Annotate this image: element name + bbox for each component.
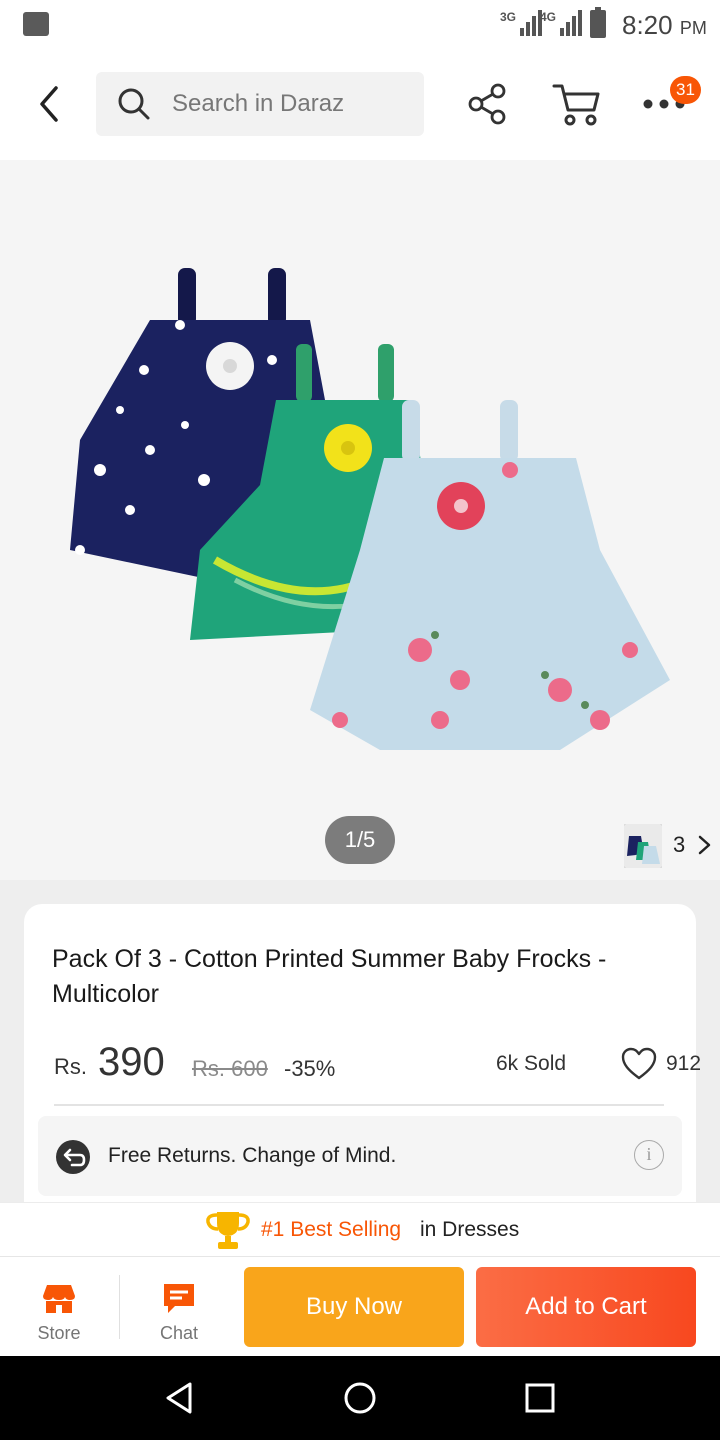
system-navigation-bar — [0, 1356, 720, 1440]
chat-label: Chat — [159, 1323, 199, 1343]
variant-thumbnail[interactable] — [624, 824, 662, 868]
variant-count[interactable]: 3 — [673, 832, 685, 858]
free-returns-text: Free Returns. Change of Mind. — [108, 1144, 397, 1167]
info-icon[interactable]: i — [634, 1140, 664, 1170]
store-button[interactable]: Store — [20, 1277, 98, 1347]
nav-recents-icon[interactable] — [520, 1378, 560, 1418]
nav-back-icon[interactable] — [160, 1378, 200, 1418]
product-image — [70, 268, 670, 750]
notification-badge: 31 — [670, 76, 701, 104]
clock: 8:20 PM — [622, 10, 707, 41]
network-3g-label: 3G — [500, 10, 517, 24]
network-4g-label: 4G — [540, 10, 557, 24]
original-price: Rs. 600 — [192, 1056, 268, 1081]
trophy-icon — [206, 1212, 250, 1249]
add-to-cart-button[interactable]: Add to Cart — [476, 1267, 696, 1347]
product-title: Pack Of 3 - Cotton Printed Summer Baby F… — [52, 945, 607, 1008]
wishlist-count: 912 — [666, 1052, 702, 1075]
clock-suffix: PM — [679, 18, 707, 38]
current-price: 390 — [98, 1040, 165, 1084]
store-label: Store — [37, 1323, 81, 1343]
product-image-gallery[interactable]: 1/5 3 — [0, 160, 720, 880]
chat-icon — [164, 1284, 194, 1313]
best-selling-banner[interactable]: #1 Best Selling in Dresses — [0, 1202, 720, 1256]
search-icon — [118, 88, 150, 120]
store-icon — [43, 1285, 75, 1313]
chat-button[interactable]: Chat — [140, 1277, 218, 1347]
sold-count: 6k Sold — [496, 1052, 567, 1075]
best-selling-category: in Dresses — [420, 1218, 520, 1241]
chevron-right-icon[interactable] — [696, 834, 714, 856]
share-icon — [468, 83, 506, 125]
share-button[interactable] — [466, 82, 510, 126]
image-page-indicator: 1/5 — [325, 816, 395, 864]
search-input[interactable] — [172, 82, 412, 126]
discount-percent: -35% — [284, 1056, 336, 1081]
divider — [119, 1275, 120, 1339]
price-currency: Rs. — [54, 1054, 87, 1079]
best-selling-rank: #1 Best Selling — [261, 1218, 402, 1241]
return-arrow-icon — [56, 1140, 90, 1174]
divider — [54, 1104, 664, 1106]
back-button[interactable] — [26, 82, 76, 126]
signal-4g-icon: 4G — [540, 10, 583, 36]
cart-button[interactable] — [550, 80, 604, 128]
clock-time: 8:20 — [622, 10, 673, 40]
price-row: Rs. 390 Rs. 600 -35% 6k Sold 912 — [54, 1040, 701, 1090]
status-bar: 3G 4G 8:20 PM — [0, 0, 720, 52]
top-app-bar: 31 — [0, 52, 720, 160]
battery-icon — [590, 7, 606, 38]
cart-icon — [552, 84, 600, 126]
buy-now-button[interactable]: Buy Now — [244, 1267, 464, 1347]
free-returns-banner[interactable]: Free Returns. Change of Mind. i — [38, 1116, 682, 1196]
gallery-notification-icon — [23, 12, 49, 36]
chevron-left-icon — [40, 86, 58, 122]
variant-thumbnail-image — [624, 824, 662, 868]
nav-home-icon[interactable] — [340, 1378, 380, 1418]
signal-3g-icon: 3G — [500, 10, 543, 36]
product-info-card: Pack Of 3 - Cotton Printed Summer Baby F… — [24, 904, 701, 1224]
bottom-action-bar: Store Chat Buy Now Add to Cart — [0, 1256, 720, 1356]
heart-icon[interactable] — [620, 1046, 658, 1082]
search-bar[interactable] — [96, 72, 424, 136]
